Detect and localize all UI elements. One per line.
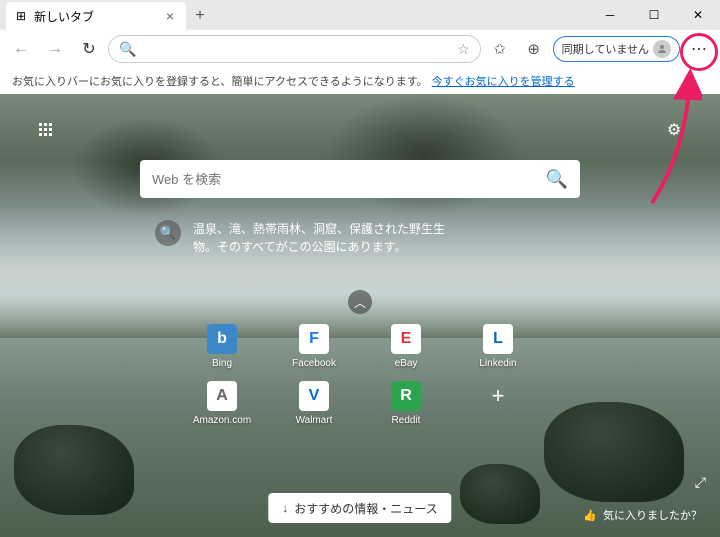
quick-link-amazon.com[interactable]: A Amazon.com [189,377,255,430]
star-icon[interactable]: ☆ [457,41,470,58]
plus-icon: + [483,381,513,411]
gear-icon[interactable]: ⚙ [660,116,688,144]
like-prompt[interactable]: 👍 気に入りましたか？ [583,507,702,523]
maximize-button[interactable]: ☐ [632,0,676,30]
tile-icon: F [299,324,329,354]
collections-icon[interactable]: ⊕ [519,34,549,64]
more-button[interactable]: ⋯ [684,34,714,64]
tile-label: Linkedin [479,358,516,369]
fav-hint-text: お気に入りバーにお気に入りを登録すると、簡単にアクセスできるようになります。 [12,73,428,89]
tab-page-icon: ⊞ [14,9,28,23]
promo-text: 温泉、滝、熱帯雨林、洞窟、保護された野生生物。そのすべてがこの公園にあります。 [193,220,455,256]
web-search-box[interactable]: 🔍 [140,160,580,198]
tile-icon: A [207,381,237,411]
promo-block: 🔍 温泉、滝、熱帯雨林、洞窟、保護された野生生物。そのすべてがこの公園にあります… [155,220,455,256]
forward-button[interactable]: → [40,34,70,64]
favorites-bar-hint: お気に入りバーにお気に入りを登録すると、簡単にアクセスできるようになります。 今… [0,68,720,94]
quick-link-linkedin[interactable]: L Linkedin [475,320,520,373]
chevron-down-icon: ↓ [282,501,288,515]
toolbar: ← → ↻ 🔍 ☆ ✩ ⊕ 同期していません ⋯ [0,30,720,68]
quick-links-grid: b Bing F Facebook EeBay L Linkedin A Amazon.com V… [178,320,542,430]
tile-label: Amazon.com [193,415,251,426]
new-tab-button[interactable]: + [186,2,214,30]
tile-icon: E [391,324,421,354]
like-icon: 👍 [583,509,597,522]
close-tab-icon[interactable]: × [162,8,178,24]
browser-tab[interactable]: ⊞ 新しいタブ × [6,2,186,30]
new-tab-content: ⚙ 🔍 🔍 温泉、滝、熱帯雨林、洞窟、保護された野生生物。そのすべてがこの公園に… [0,94,720,537]
expand-icon[interactable]: ⤢ [695,474,706,491]
avatar-icon [653,40,671,58]
quick-link-bing[interactable]: b Bing [203,320,241,373]
manage-favorites-link[interactable]: 今すぐお気に入りを管理する [432,73,575,89]
tile-label: Facebook [292,358,336,369]
news-label: おすすめの情報・ニュース [294,500,437,517]
favorites-icon[interactable]: ✩ [485,34,515,64]
tile-label: Reddit [392,415,421,426]
minimize-button[interactable]: ─ [588,0,632,30]
tile-icon: L [483,324,513,354]
tile-label: eBay [395,358,418,369]
app-grid-icon[interactable] [32,116,60,144]
tile-icon: R [391,381,421,411]
titlebar: ⊞ 新しいタブ × + ─ ☐ ✕ [0,0,720,30]
like-label: 気に入りましたか？ [603,507,702,523]
quick-link-walmart[interactable]: V Walmart [292,377,337,430]
address-bar[interactable]: 🔍 ☆ [108,35,481,63]
tile-label: Bing [212,358,232,369]
sync-label: 同期していません [562,41,649,57]
quick-link-reddit[interactable]: R Reddit [387,377,425,430]
sync-status-button[interactable]: 同期していません [553,36,680,62]
add-quick-link[interactable]: + [479,377,517,430]
search-icon: 🔍 [119,41,136,58]
quick-link-facebook[interactable]: F Facebook [288,320,340,373]
tile-icon: b [207,324,237,354]
search-input[interactable] [152,172,546,187]
promo-search-icon[interactable]: 🔍 [155,220,181,246]
chevron-up-icon[interactable]: ︿ [348,290,372,314]
window-controls: ─ ☐ ✕ [588,0,720,30]
news-toggle-button[interactable]: ↓ おすすめの情報・ニュース [268,493,451,523]
search-submit-icon[interactable]: 🔍 [546,169,568,190]
tile-label: Walmart [296,415,333,426]
refresh-button[interactable]: ↻ [74,34,104,64]
tile-icon: V [299,381,329,411]
back-button[interactable]: ← [6,34,36,64]
quick-link-ebay[interactable]: EeBay [387,320,425,373]
tab-title: 新しいタブ [34,8,94,25]
close-window-button[interactable]: ✕ [676,0,720,30]
